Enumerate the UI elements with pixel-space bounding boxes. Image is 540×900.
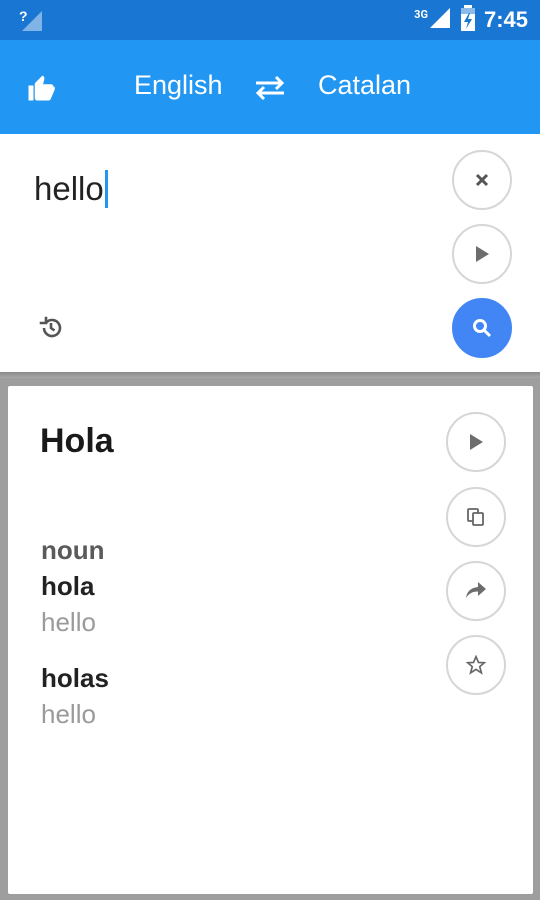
thumb-up-icon[interactable]: [26, 73, 56, 103]
swap-languages-icon[interactable]: [254, 74, 286, 102]
source-language-button[interactable]: English: [134, 70, 223, 101]
entry-gloss: hello: [41, 607, 96, 637]
divider: [0, 372, 540, 378]
clear-button[interactable]: [452, 150, 512, 210]
status-bar: ? 3G 7:45: [0, 0, 540, 40]
speak-input-button[interactable]: [452, 224, 512, 284]
clock: 7:45: [483, 7, 528, 32]
battery-icon: [460, 5, 476, 35]
language-toolbar: English Catalan: [0, 40, 540, 134]
list-item: holas hello: [41, 660, 109, 732]
signal-unknown-icon: ?: [18, 7, 44, 33]
play-icon: [470, 434, 483, 450]
cell-signal-icon: [428, 6, 452, 34]
part-of-speech: noun: [41, 535, 105, 565]
source-text-input[interactable]: hello: [34, 170, 108, 208]
list-item: noun hola hello: [41, 532, 109, 640]
favorite-button[interactable]: [446, 635, 506, 695]
dictionary-entries: noun hola hello holas hello: [41, 532, 109, 732]
input-panel: hello: [0, 134, 540, 372]
entry-word: holas: [41, 663, 109, 693]
close-icon: [475, 173, 489, 187]
search-icon: [473, 319, 492, 338]
text-cursor: [104, 170, 108, 208]
star-icon: [466, 655, 486, 675]
copy-button[interactable]: [446, 487, 506, 547]
share-button[interactable]: [446, 561, 506, 621]
history-icon[interactable]: [38, 315, 64, 341]
translation-card: Hola noun hola hello holas hello: [8, 386, 533, 894]
svg-text:?: ?: [19, 8, 28, 24]
speak-translation-button[interactable]: [446, 412, 506, 472]
translate-search-button[interactable]: [452, 298, 512, 358]
share-icon: [466, 582, 486, 598]
target-language-button[interactable]: Catalan: [318, 70, 411, 101]
entry-word: hola: [41, 571, 95, 601]
copy-icon: [467, 508, 484, 526]
play-icon: [476, 246, 489, 262]
network-type: 3G: [414, 7, 428, 21]
translation-result: Hola: [40, 422, 114, 460]
entry-gloss: hello: [41, 699, 96, 729]
